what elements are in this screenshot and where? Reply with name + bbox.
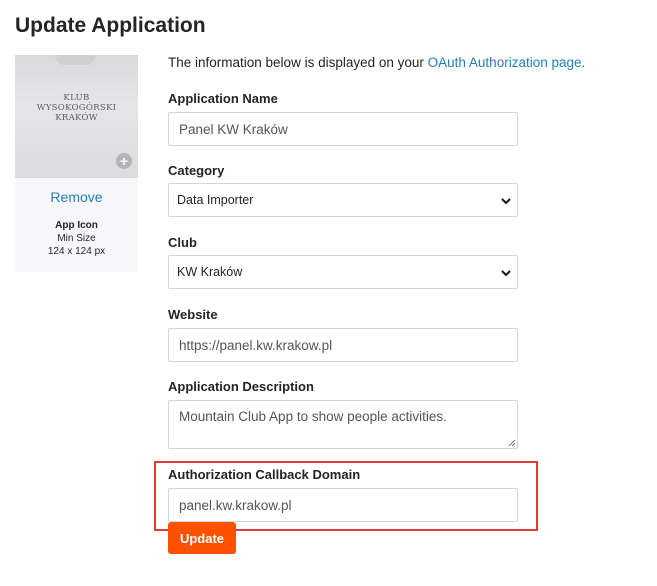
website-label: Website xyxy=(168,307,218,322)
application-name-label: Application Name xyxy=(168,91,278,106)
callback-domain-input[interactable] xyxy=(168,488,518,522)
application-name-input[interactable] xyxy=(168,112,518,146)
page-title: Update Application xyxy=(15,14,206,37)
shirt-collar xyxy=(55,55,95,65)
chevron-down-icon xyxy=(501,270,511,277)
update-button[interactable]: Update xyxy=(168,522,236,554)
resize-handle-icon[interactable] xyxy=(508,439,516,447)
club-logo-text: KLUB WYSOKOGÓRSKI KRAKÓW xyxy=(36,93,117,123)
icon-min-size-label: Min Size xyxy=(57,233,96,244)
callback-domain-label: Authorization Callback Domain xyxy=(168,467,361,482)
info-text: The information below is displayed on yo… xyxy=(168,55,586,70)
app-icon-panel: KLUB WYSOKOGÓRSKI KRAKÓW + Remove App Ic… xyxy=(15,55,138,272)
club-select[interactable]: KW Kraków xyxy=(168,255,518,289)
category-selected-value: Data Importer xyxy=(177,193,254,207)
description-label: Application Description xyxy=(168,379,314,394)
icon-caption: App Icon xyxy=(55,220,98,231)
club-label: Club xyxy=(168,235,197,250)
category-label: Category xyxy=(168,163,225,178)
icon-requirements: App Icon Min Size 124 x 124 px xyxy=(15,219,138,258)
oauth-authorization-link[interactable]: OAuth Authorization page. xyxy=(428,55,586,70)
club-selected-value: KW Kraków xyxy=(177,265,243,279)
app-icon-image[interactable]: KLUB WYSOKOGÓRSKI KRAKÓW + xyxy=(15,55,138,178)
chevron-down-icon xyxy=(501,198,511,205)
add-icon[interactable]: + xyxy=(116,153,132,169)
website-input[interactable] xyxy=(168,328,518,362)
description-textarea[interactable]: Mountain Club App to show people activit… xyxy=(168,400,518,449)
remove-icon-link[interactable]: Remove xyxy=(15,189,138,205)
icon-size-value: 124 x 124 px xyxy=(47,246,106,257)
category-select[interactable]: Data Importer xyxy=(168,183,518,217)
